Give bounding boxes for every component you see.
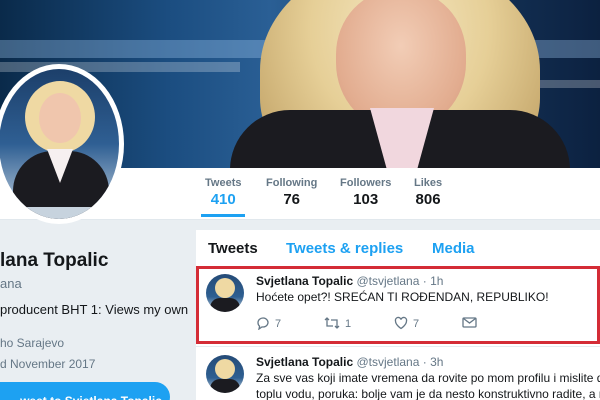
tweet-timestamp[interactable]: · 1h <box>423 274 444 288</box>
tweet-to-button[interactable]: weet to Svjetlana Topalic <box>0 382 170 400</box>
timeline: Tweets Tweets & replies Media Svjetlana … <box>196 230 600 400</box>
retweet-count: 1 <box>345 318 352 330</box>
profile-avatar[interactable] <box>0 64 124 224</box>
avatar-hair <box>215 359 235 379</box>
avatar-hair <box>215 278 235 298</box>
tab-tweets-and-replies[interactable]: Tweets & replies <box>286 240 403 257</box>
profile-bio: producent BHT 1: Views my own <box>0 302 189 317</box>
like-button[interactable]: 7 <box>394 316 419 330</box>
avatar-body <box>210 298 240 312</box>
reply-icon <box>257 317 269 331</box>
stat-label: Likes <box>414 177 443 189</box>
direct-message-button[interactable] <box>462 316 482 329</box>
envelope-icon <box>462 317 477 328</box>
tweet-timestamp[interactable]: · 3h <box>423 355 444 369</box>
avatar-face <box>39 93 81 143</box>
tweet-avatar[interactable] <box>206 355 244 393</box>
profile-handle[interactable]: ana <box>0 276 22 291</box>
like-count: 7 <box>413 318 420 330</box>
tweet-text: toplu vodu, poruka: bolje vam je da nest… <box>256 387 600 400</box>
timeline-tabs: Tweets Tweets & replies Media <box>196 230 600 268</box>
stat-value: 410 <box>210 191 236 208</box>
stat-followers[interactable]: Followers 103 <box>340 177 391 208</box>
reply-count: 7 <box>275 318 282 330</box>
stat-tweets[interactable]: Tweets 410 <box>200 177 247 217</box>
tweet-header: Svjetlana Topalic @tsvjetlana · 1h <box>256 274 443 288</box>
tweet-item[interactable]: Svjetlana Topalic @tsvjetlana · 3h Za sv… <box>196 346 600 400</box>
tweet-item[interactable]: Svjetlana Topalic @tsvjetlana · 1h Hoćet… <box>196 266 600 344</box>
stat-label: Following <box>266 177 318 189</box>
profile-name: lana Topalic <box>0 250 109 271</box>
retweet-icon <box>324 317 340 329</box>
tab-media[interactable]: Media <box>432 240 475 257</box>
tab-tweets[interactable]: Tweets <box>208 240 258 257</box>
stat-label: Tweets <box>205 177 242 189</box>
stat-following[interactable]: Following 76 <box>266 177 317 208</box>
tweet-author-name[interactable]: Svjetlana Topalic <box>256 274 353 288</box>
retweet-button[interactable]: 1 <box>324 316 351 330</box>
tweet-actions: 7 1 7 <box>256 316 556 332</box>
tweet-author-handle[interactable]: @tsvjetlana <box>357 355 420 369</box>
heart-icon <box>394 316 408 330</box>
stat-value: 806 <box>415 191 441 208</box>
profile-location: ho Sarajevo <box>0 336 65 350</box>
stat-value: 76 <box>283 191 300 208</box>
tweet-text: Za sve vas koji imate vremena da rovite … <box>256 371 600 385</box>
tweet-avatar[interactable] <box>206 274 244 312</box>
avatar-body <box>210 379 240 393</box>
profile-joined-date: d November 2017 <box>0 357 96 371</box>
stat-likes[interactable]: Likes 806 <box>414 177 442 208</box>
tweet-header: Svjetlana Topalic @tsvjetlana · 3h <box>256 355 443 369</box>
tweet-text: Hoćete opet?! SREĆAN TI ROĐENDAN, REPUBL… <box>256 290 549 304</box>
tweet-author-name[interactable]: Svjetlana Topalic <box>256 355 353 369</box>
tweet-author-handle[interactable]: @tsvjetlana <box>357 274 420 288</box>
avatar-desk <box>0 207 119 219</box>
stat-label: Followers <box>340 177 392 189</box>
stat-value: 103 <box>353 191 379 208</box>
reply-button[interactable]: 7 <box>256 316 282 331</box>
avatar-image <box>0 69 119 219</box>
profile-sidebar: lana Topalic ana producent BHT 1: Views … <box>0 232 188 400</box>
